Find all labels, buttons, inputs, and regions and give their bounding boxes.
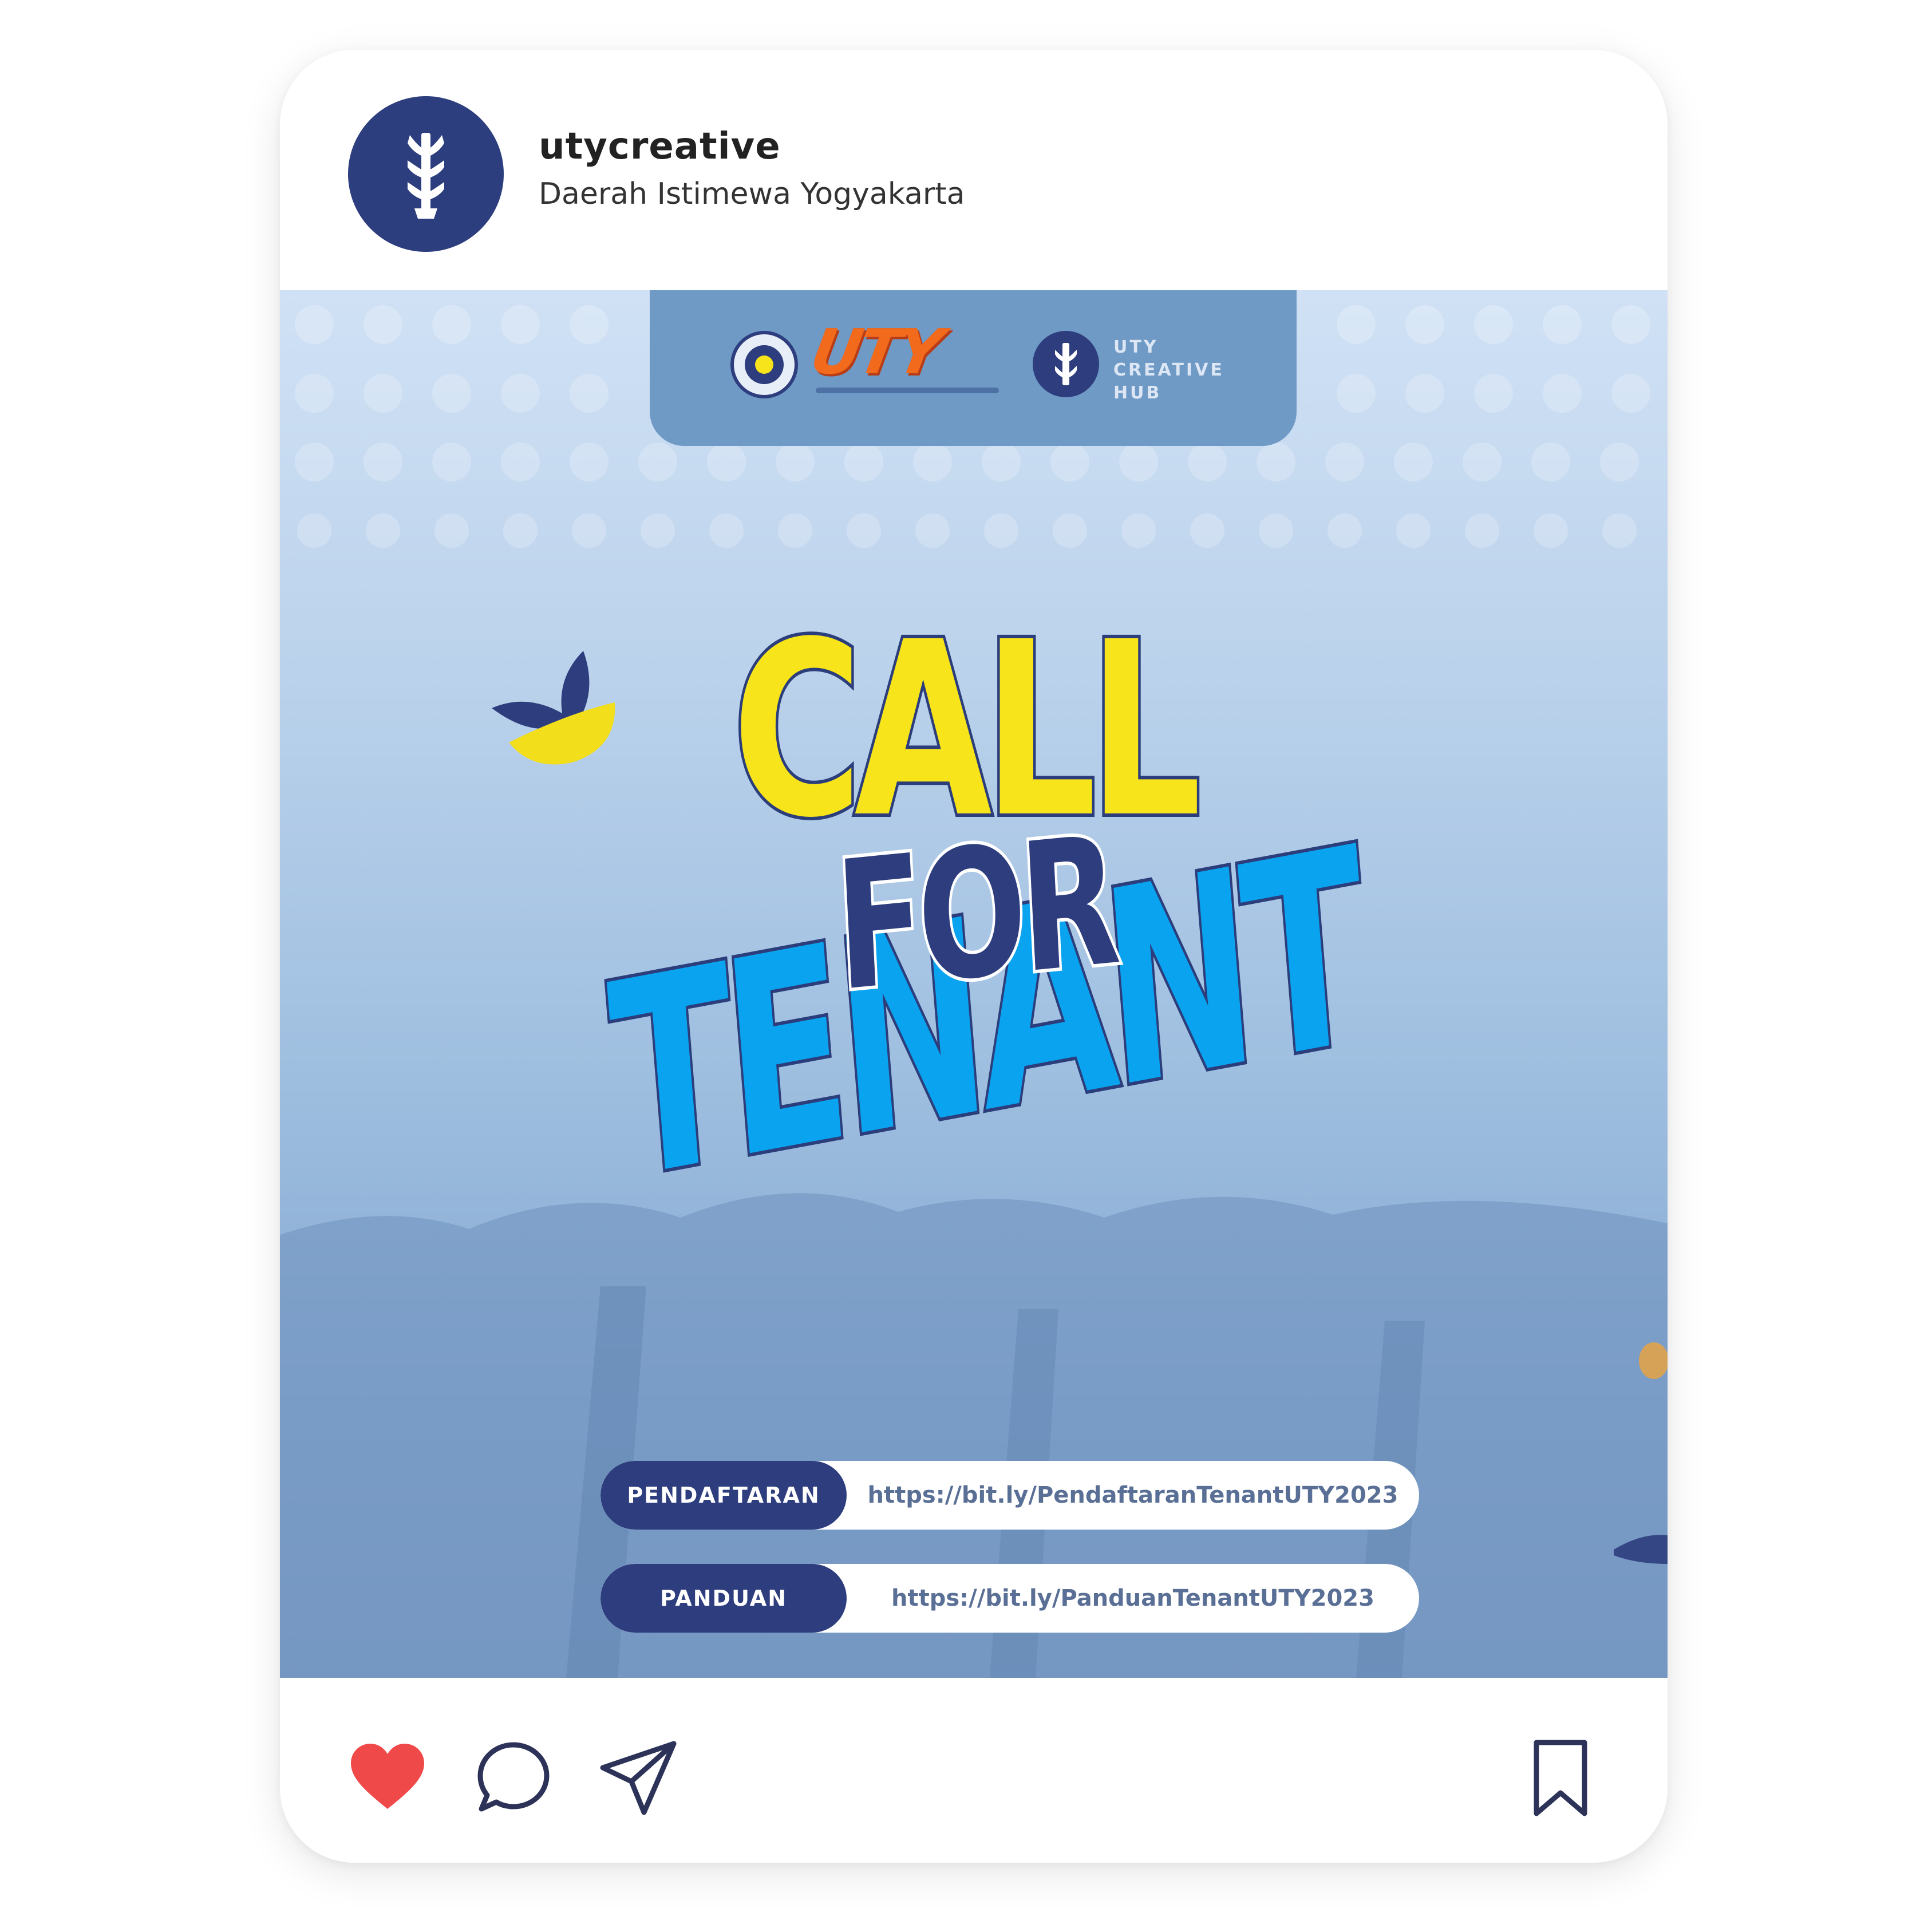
uty-logo-text: UTY xyxy=(805,317,945,388)
post-header: utycreative Daerah Istimewa Yogyakarta xyxy=(280,50,1668,290)
logo-banner: UTY UTY CREATIVE HUB xyxy=(650,290,1297,446)
creative-hub-logo-text: UTY CREATIVE HUB xyxy=(1113,336,1224,405)
post-image[interactable]: UTY UTY CREATIVE HUB CALL TENANT FOR PEN… xyxy=(280,290,1668,1678)
comment-icon xyxy=(477,1742,550,1812)
university-seal-icon xyxy=(730,331,798,398)
post-action-bar xyxy=(280,1678,1668,1863)
guide-link-pill: PANDUAN https://bit.ly/PanduanTenantUTY2… xyxy=(600,1564,1419,1633)
registration-url: https://bit.ly/PendaftaranTenantUTY2023 xyxy=(867,1482,1398,1508)
save-button[interactable] xyxy=(1520,1738,1601,1818)
send-icon xyxy=(600,1741,677,1815)
comment-button[interactable] xyxy=(473,1738,554,1818)
registration-link-pill: PENDAFTARAN https://bit.ly/PendaftaranTe… xyxy=(600,1461,1419,1530)
creative-hub-logo-icon xyxy=(1033,331,1099,397)
like-button[interactable] xyxy=(347,1738,428,1818)
hub-line-2: CREATIVE xyxy=(1113,360,1224,380)
account-username[interactable]: utycreative xyxy=(539,125,781,168)
uty-logo-subtitle-bar xyxy=(816,388,999,393)
share-button[interactable] xyxy=(598,1738,678,1818)
leaf-decoration-icon xyxy=(492,651,615,765)
registration-label: PENDAFTARAN xyxy=(600,1461,847,1530)
guide-label: PANDUAN xyxy=(600,1564,847,1633)
hub-line-1: UTY xyxy=(1113,337,1159,357)
post-location[interactable]: Daerah Istimewa Yogyakarta xyxy=(539,177,965,211)
heart-icon xyxy=(351,1744,424,1809)
guide-url: https://bit.ly/PanduanTenantUTY2023 xyxy=(891,1585,1374,1611)
uty-creative-hub-logo-icon xyxy=(408,133,444,219)
hub-line-3: HUB xyxy=(1113,383,1162,403)
headline-for: FOR xyxy=(829,795,1121,1034)
account-avatar[interactable] xyxy=(348,96,504,252)
instagram-post-card: utycreative Daerah Istimewa Yogyakarta U… xyxy=(280,50,1668,1863)
bookmark-icon xyxy=(1534,1740,1587,1816)
